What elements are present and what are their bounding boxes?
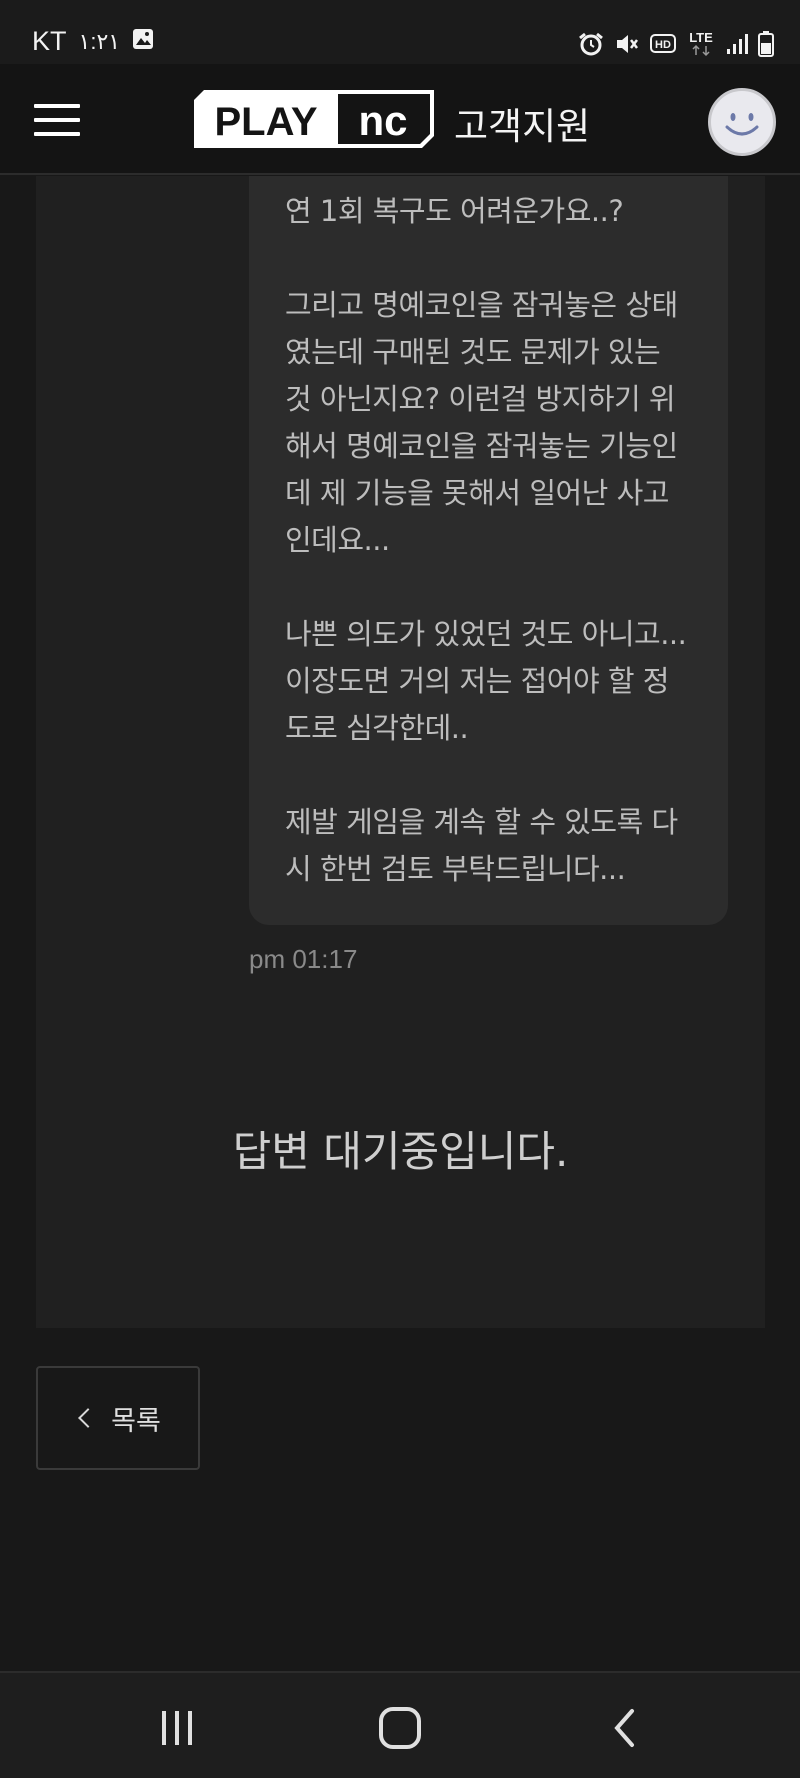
menu-icon[interactable]: [34, 104, 80, 136]
lte-icon: LTE: [686, 30, 716, 58]
status-right: HD LTE: [578, 30, 774, 58]
status-left: KT ١:٢١: [32, 26, 154, 57]
svg-text:LTE: LTE: [689, 30, 713, 45]
answer-status: 답변 대기중입니다.: [232, 1127, 569, 1176]
system-nav-bar: [0, 1671, 800, 1778]
svg-text:PLAY: PLAY: [214, 100, 317, 144]
carrier-label: KT: [32, 26, 67, 56]
list-button-label: 목록: [111, 1405, 161, 1437]
image-icon: [132, 26, 154, 57]
battery-icon: [758, 31, 774, 57]
avatar[interactable]: [708, 88, 776, 156]
message-paragraph: 연 1회 복구도 어려운가요..?: [285, 194, 624, 228]
mute-icon: [614, 32, 640, 56]
app-header: PLAY nc 고객지원: [0, 64, 800, 175]
plaync-logo[interactable]: PLAY nc: [194, 90, 434, 148]
page-title: 고객지원: [454, 105, 591, 148]
chevron-left-icon: [78, 1408, 99, 1428]
message-paragraph: 그리고 명예코인을 잠궈놓은 상태였는데 구매된 것도 문제가 있는 것 아닌지…: [285, 288, 678, 557]
alarm-icon: [578, 32, 604, 56]
home-icon[interactable]: [365, 1703, 435, 1753]
inquiry-panel: 연 1회 복구도 어려운가요..? 그리고 명예코인을 잠궈놓은 상태였는데 구…: [36, 176, 765, 1328]
clock: ١:٢١: [78, 28, 121, 54]
message-timestamp: pm 01:17: [249, 944, 358, 974]
hd-icon: HD: [650, 33, 676, 55]
signal-icon: [726, 33, 748, 55]
recent-apps-icon[interactable]: [142, 1703, 212, 1753]
message-bubble: 연 1회 복구도 어려운가요..? 그리고 명예코인을 잠궈놓은 상태였는데 구…: [249, 176, 728, 925]
svg-text:HD: HD: [655, 39, 671, 51]
back-to-list-button[interactable]: 목록: [36, 1366, 200, 1470]
back-icon[interactable]: [590, 1703, 660, 1753]
message-paragraph: 제발 게임을 계속 할 수 있도록 다시 한번 검토 부탁드립니다...: [285, 805, 678, 886]
status-bar: KT ١:٢١ HD LTE: [0, 0, 800, 64]
message-paragraph: 나쁜 의도가 있었던 것도 아니고... 이장도면 거의 저는 접어야 할 정도…: [285, 617, 687, 745]
svg-text:nc: nc: [358, 97, 407, 144]
